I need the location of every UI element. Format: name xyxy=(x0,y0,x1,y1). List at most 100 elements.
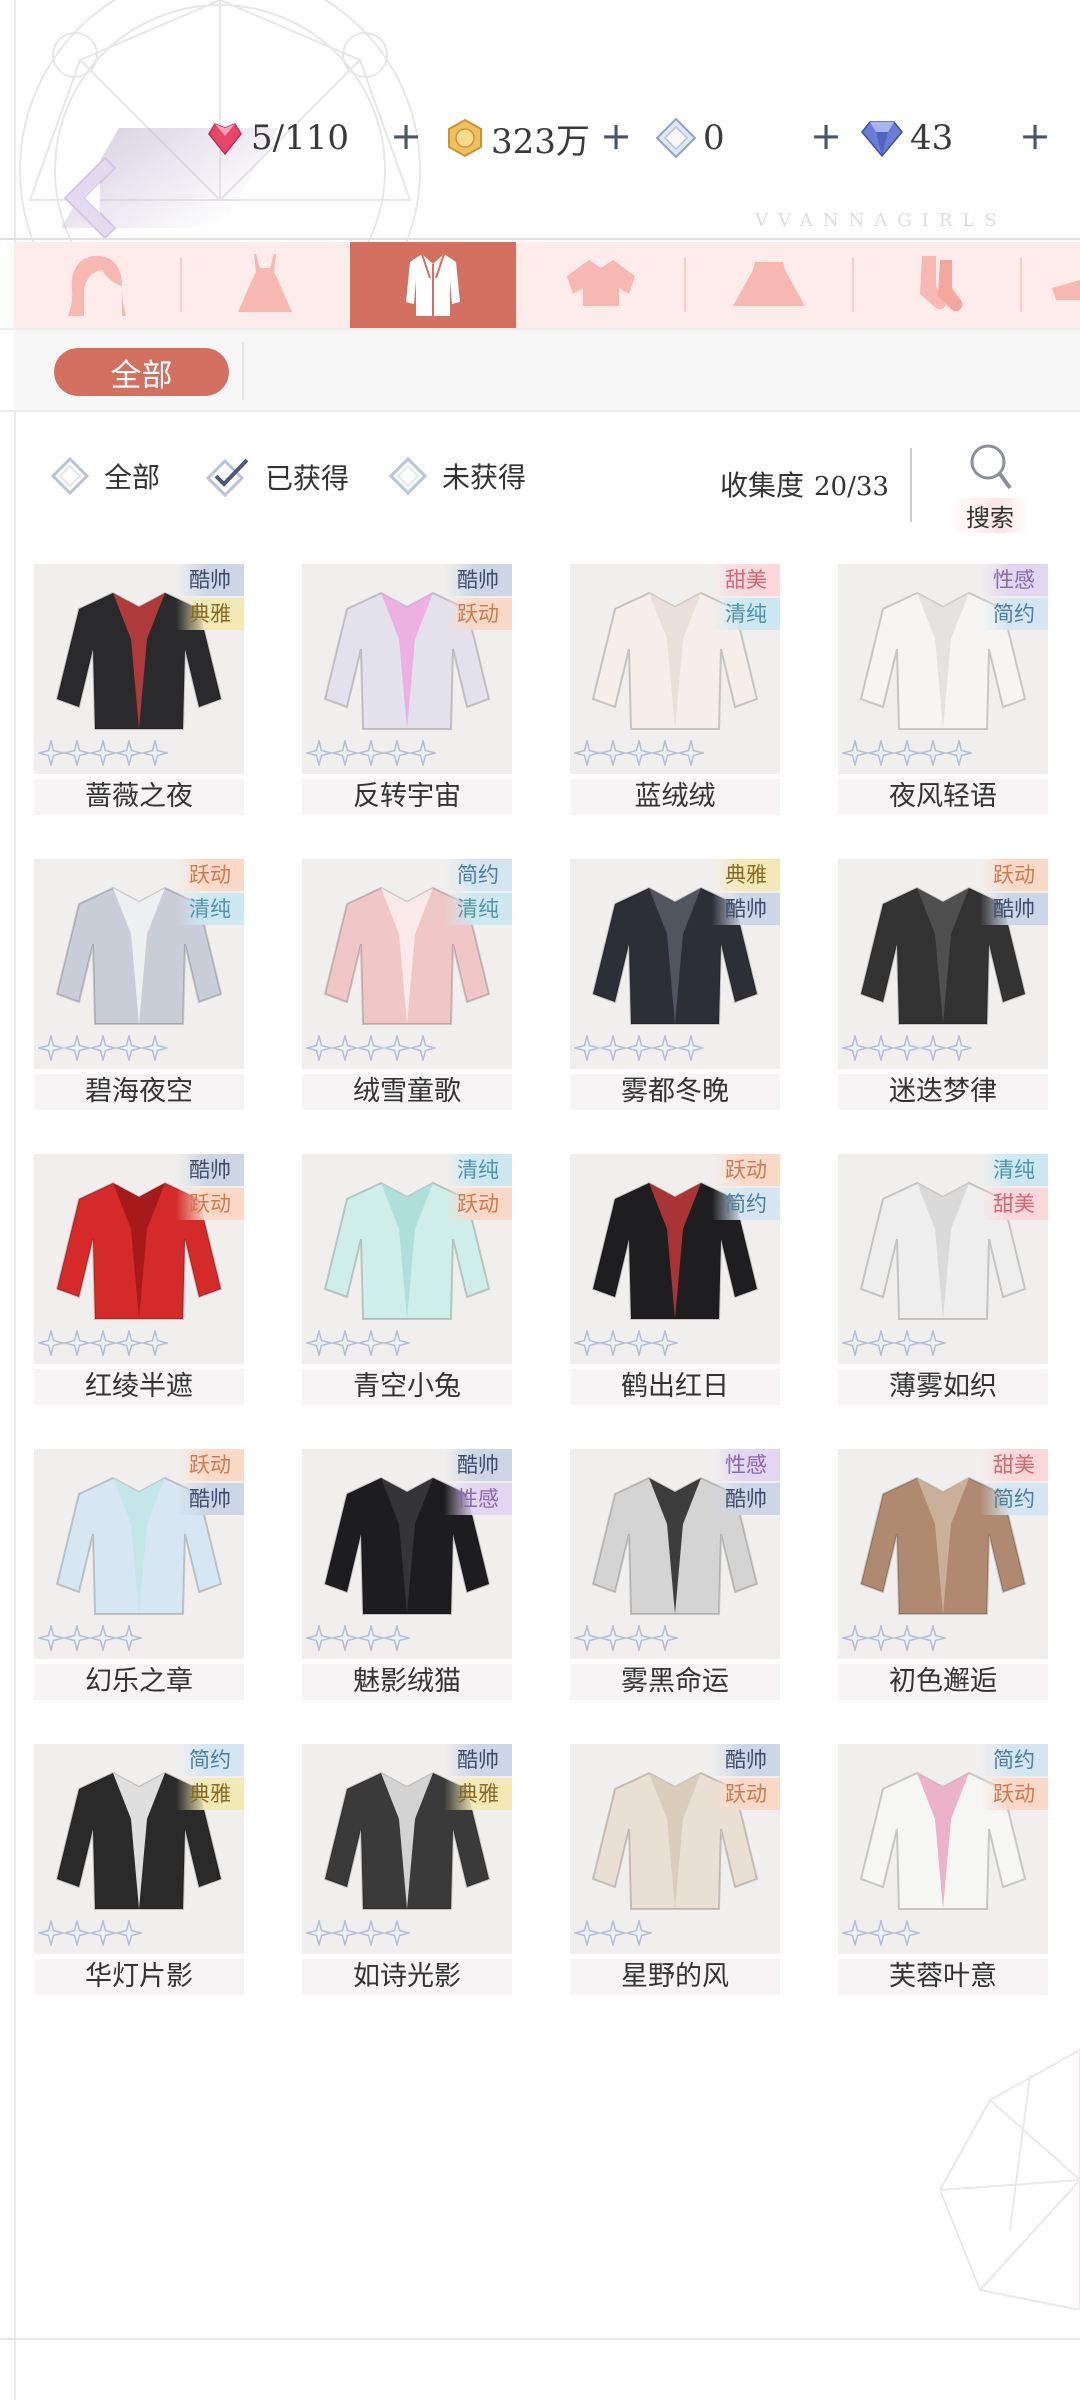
star-rating xyxy=(842,1625,946,1655)
style-tag: 跃动 xyxy=(712,1154,780,1186)
style-tag: 简约 xyxy=(712,1188,780,1220)
category-bar xyxy=(14,242,1080,328)
resource-blue-diamond-value: 43 xyxy=(910,118,954,158)
style-tag: 跃动 xyxy=(712,1778,780,1810)
shoes-icon xyxy=(1052,280,1080,300)
star-icon xyxy=(358,1035,384,1061)
checked-radio-icon xyxy=(205,458,249,498)
item-card[interactable]: 性感 酷帅 雾黑命运 xyxy=(570,1449,780,1700)
star-rating xyxy=(306,1330,410,1360)
decorative-gem-outline-bottom xyxy=(938,2048,1080,2310)
item-card[interactable]: 典雅 酷帅 雾都冬晚 xyxy=(570,859,780,1110)
star-icon xyxy=(332,740,358,766)
star-icon xyxy=(306,1330,332,1356)
style-tag: 简约 xyxy=(444,859,512,891)
category-tab-hair[interactable] xyxy=(14,242,180,328)
style-tag: 酷帅 xyxy=(444,564,512,596)
add-crystal-diamond-button[interactable]: + xyxy=(806,116,846,156)
category-tab-shoes[interactable] xyxy=(1022,242,1080,328)
coat-icon xyxy=(406,253,460,316)
star-icon xyxy=(142,1330,168,1356)
add-blue-diamond-button[interactable]: + xyxy=(1015,116,1055,156)
item-card[interactable]: 酷帅 跃动 星野的风 xyxy=(570,1744,780,1995)
item-name: 红绫半遮 xyxy=(34,1369,244,1405)
filter-obtained-radio[interactable]: 已获得 xyxy=(205,456,349,498)
item-card[interactable]: 甜美 简约 初色邂逅 xyxy=(838,1449,1048,1700)
category-tab-top[interactable] xyxy=(518,242,684,328)
filter-divider xyxy=(0,410,1080,412)
item-card[interactable]: 酷帅 典雅 蔷薇之夜 xyxy=(34,564,244,815)
star-icon xyxy=(38,1330,64,1356)
item-card[interactable]: 跃动 酷帅 迷迭梦律 xyxy=(838,859,1048,1110)
style-tag: 清纯 xyxy=(444,1154,512,1186)
filter-all-radio[interactable]: 全部 xyxy=(50,456,160,496)
item-card[interactable]: 清纯 跃动 青空小兔 xyxy=(302,1154,512,1405)
star-rating xyxy=(574,1330,678,1360)
star-icon xyxy=(358,1330,384,1356)
category-tab-coat[interactable] xyxy=(350,242,516,328)
star-icon xyxy=(38,1625,64,1651)
collection-label: 收集度 xyxy=(720,469,805,502)
item-card[interactable]: 酷帅 跃动 反转宇宙 xyxy=(302,564,512,815)
item-card[interactable]: 简约 典雅 华灯片影 xyxy=(34,1744,244,1995)
star-icon xyxy=(652,1035,678,1061)
star-icon xyxy=(332,1625,358,1651)
style-tag: 跃动 xyxy=(176,859,244,891)
star-icon xyxy=(626,1920,652,1946)
star-icon xyxy=(626,1035,652,1061)
item-card[interactable]: 简约 清纯 绒雪童歌 xyxy=(302,859,512,1110)
item-card[interactable]: 酷帅 典雅 如诗光影 xyxy=(302,1744,512,1995)
star-icon xyxy=(600,1625,626,1651)
style-tag: 性感 xyxy=(712,1449,780,1481)
star-rating xyxy=(842,740,972,770)
item-name: 薄雾如织 xyxy=(838,1369,1048,1405)
item-name: 魅影绒猫 xyxy=(302,1664,512,1700)
star-icon xyxy=(678,1035,704,1061)
star-icon xyxy=(116,1625,142,1651)
star-icon xyxy=(626,740,652,766)
hair-icon xyxy=(68,256,126,316)
star-rating xyxy=(306,740,436,770)
style-tag: 性感 xyxy=(980,564,1048,596)
search-label: 搜索 xyxy=(950,498,1030,533)
style-tag: 酷帅 xyxy=(712,1744,780,1776)
star-icon xyxy=(116,740,142,766)
star-icon xyxy=(894,1920,920,1946)
filter-unobtained-radio[interactable]: 未获得 xyxy=(388,456,526,496)
item-card[interactable]: 甜美 清纯 蓝绒绒 xyxy=(570,564,780,815)
category-tab-skirt[interactable] xyxy=(686,242,852,328)
star-rating xyxy=(38,1035,168,1065)
star-icon xyxy=(920,1330,946,1356)
brand-watermark: VVANNAGIRLS xyxy=(755,210,1007,231)
star-icon xyxy=(868,1920,894,1946)
resource-heart-gem-value: 5/110 xyxy=(251,118,349,158)
item-card[interactable]: 酷帅 跃动 红绫半遮 xyxy=(34,1154,244,1405)
item-card[interactable]: 跃动 简约 鹤出红日 xyxy=(570,1154,780,1405)
style-tag: 简约 xyxy=(980,1483,1048,1515)
resource-gold-coin-value: 323万 xyxy=(491,121,590,162)
filter-obtained-label: 已获得 xyxy=(265,462,350,495)
item-card[interactable]: 跃动 酷帅 幻乐之章 xyxy=(34,1449,244,1700)
style-tag: 甜美 xyxy=(712,564,780,596)
star-rating xyxy=(574,1920,652,1950)
category-tab-dress[interactable] xyxy=(182,242,348,328)
resource-crystal-diamond: 0 xyxy=(655,110,725,166)
item-name: 雾黑命运 xyxy=(570,1664,780,1700)
add-gold-coin-button[interactable]: + xyxy=(596,116,636,156)
star-icon xyxy=(90,1920,116,1946)
add-heart-gem-button[interactable]: + xyxy=(386,116,426,156)
item-card[interactable]: 简约 跃动 芙蓉叶意 xyxy=(838,1744,1048,1995)
star-icon xyxy=(868,740,894,766)
item-card[interactable]: 酷帅 性感 魅影绒猫 xyxy=(302,1449,512,1700)
star-icon xyxy=(920,1035,946,1061)
style-tag: 简约 xyxy=(980,1744,1048,1776)
item-card[interactable]: 性感 简约 夜风轻语 xyxy=(838,564,1048,815)
search-button[interactable]: 搜索 xyxy=(950,440,1030,533)
crystal-diamond-icon xyxy=(655,117,697,159)
item-card[interactable]: 清纯 甜美 薄雾如织 xyxy=(838,1154,1048,1405)
star-rating xyxy=(38,1920,142,1950)
item-card[interactable]: 跃动 清纯 碧海夜空 xyxy=(34,859,244,1110)
all-subcategory-button[interactable]: 全部 xyxy=(54,348,229,396)
star-icon xyxy=(842,1920,868,1946)
category-tab-socks[interactable] xyxy=(854,242,1020,328)
